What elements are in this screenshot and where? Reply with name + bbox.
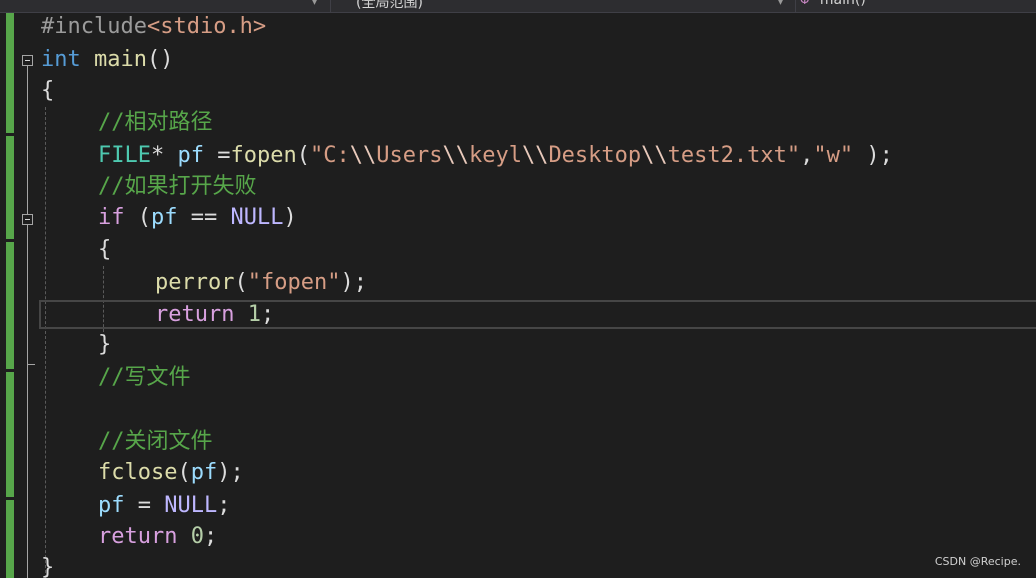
return-value: 0 xyxy=(190,524,204,549)
comment-close-file: //关闭文件 xyxy=(98,429,213,454)
paren-close: ); xyxy=(853,143,893,168)
return-value: 1 xyxy=(247,302,261,327)
code-line-5[interactable]: FILE* pf =fopen("C:\\Users\\keyl\\Deskto… xyxy=(98,140,893,172)
pf-variable: pf xyxy=(190,460,218,485)
function-label: main() xyxy=(819,0,866,8)
code-line-1[interactable]: #include<stdio.h> xyxy=(41,11,266,43)
assign-op: = xyxy=(124,493,165,518)
paren-open: ( xyxy=(234,270,248,295)
code-line-17[interactable]: return 0; xyxy=(98,521,217,553)
code-line-8[interactable]: { xyxy=(98,234,111,266)
watermark: CSDN @Recipe. xyxy=(934,555,1021,568)
code-line-4[interactable]: //相对路径 xyxy=(98,107,213,139)
outline-if-line xyxy=(27,225,28,365)
close-brace: } xyxy=(98,332,112,357)
code-line-6[interactable]: //如果打开失败 xyxy=(98,171,257,203)
pf-variable: pf xyxy=(98,493,125,518)
pf-variable: pf xyxy=(177,143,204,168)
include-directive: #include xyxy=(41,14,147,39)
semicolon: ; xyxy=(203,524,218,549)
scope-label: (全局范围) xyxy=(356,0,423,11)
code-line-14[interactable]: //关闭文件 xyxy=(98,426,213,458)
escape-seq: \\ xyxy=(521,143,549,168)
null-macro: NULL xyxy=(164,493,218,518)
include-header: <stdio.h> xyxy=(146,14,267,39)
semicolon: ; xyxy=(217,493,231,518)
code-line-10[interactable]: return 1; xyxy=(155,299,274,331)
fopen-string: "fopen" xyxy=(247,270,341,295)
perror-call: perror xyxy=(155,270,235,295)
comment-open-failed: //如果打开失败 xyxy=(98,174,257,199)
collapse-if-icon[interactable] xyxy=(22,214,33,225)
int-keyword: int xyxy=(41,47,81,72)
mode-string: "w" xyxy=(813,143,854,168)
null-macro: NULL xyxy=(230,205,284,230)
return-keyword: return xyxy=(98,524,178,549)
function-dropdown[interactable]: Φ main() xyxy=(800,0,1036,12)
paren-close: ); xyxy=(340,270,367,295)
open-brace: { xyxy=(41,78,55,103)
comment-relative-path: //相对路径 xyxy=(98,110,213,135)
pf-variable: pf xyxy=(151,205,178,230)
code-line-2[interactable]: int main() xyxy=(41,44,173,76)
comma: , xyxy=(800,143,814,168)
open-brace: { xyxy=(98,237,112,262)
code-line-11[interactable]: } xyxy=(98,329,111,361)
code-line-18[interactable]: } xyxy=(41,552,54,578)
outline-if-end xyxy=(27,364,35,365)
file-type: FILE xyxy=(98,143,151,168)
scope-dropdown[interactable]: (全局范围) ▾ xyxy=(356,0,792,12)
escape-seq: \\ xyxy=(442,143,469,168)
indent-guide xyxy=(45,107,46,578)
path-string: Users xyxy=(376,143,443,168)
code-line-16[interactable]: pf = NULL; xyxy=(98,490,230,522)
path-string: test2.txt" xyxy=(667,143,801,168)
return-keyword: return xyxy=(155,302,235,327)
pointer-star: * xyxy=(150,143,178,168)
if-keyword: if xyxy=(98,205,125,230)
semicolon: ; xyxy=(260,302,275,327)
code-line-3[interactable]: { xyxy=(41,75,54,107)
paren-close: ); xyxy=(217,460,244,485)
paren-open: ( xyxy=(177,460,191,485)
equality-op: == xyxy=(177,205,231,230)
change-margin xyxy=(6,13,14,578)
path-string: Desktop xyxy=(548,143,642,168)
path-string: keyl xyxy=(468,143,522,168)
code-line-15[interactable]: fclose(pf); xyxy=(98,457,244,489)
paren-close: ) xyxy=(283,205,297,230)
fclose-call: fclose xyxy=(98,460,178,485)
chevron-down-icon[interactable]: ▾ xyxy=(778,0,783,8)
close-brace: } xyxy=(41,555,55,578)
assign-op: = xyxy=(203,143,231,168)
main-parens: () xyxy=(146,47,174,72)
escape-seq: \\ xyxy=(349,143,377,168)
main-function: main xyxy=(94,47,147,72)
chevron-down-icon[interactable]: ▾ xyxy=(312,0,317,8)
path-string: "C: xyxy=(309,143,350,168)
fopen-call: fopen xyxy=(230,143,297,168)
code-line-7[interactable]: if (pf == NULL) xyxy=(98,202,297,234)
code-line-12[interactable]: //写文件 xyxy=(98,362,191,394)
code-line-9[interactable]: perror("fopen"); xyxy=(155,267,367,299)
function-icon: Φ xyxy=(800,0,810,7)
paren-open: ( xyxy=(124,205,151,230)
paren-open: ( xyxy=(296,143,310,168)
code-editor[interactable]: ▾ (全局范围) ▾ Φ main() #include<stdio.h> in… xyxy=(0,0,1036,578)
comment-write-file: //写文件 xyxy=(98,365,191,390)
collapse-main-icon[interactable] xyxy=(22,55,33,66)
escape-seq: \\ xyxy=(641,143,668,168)
